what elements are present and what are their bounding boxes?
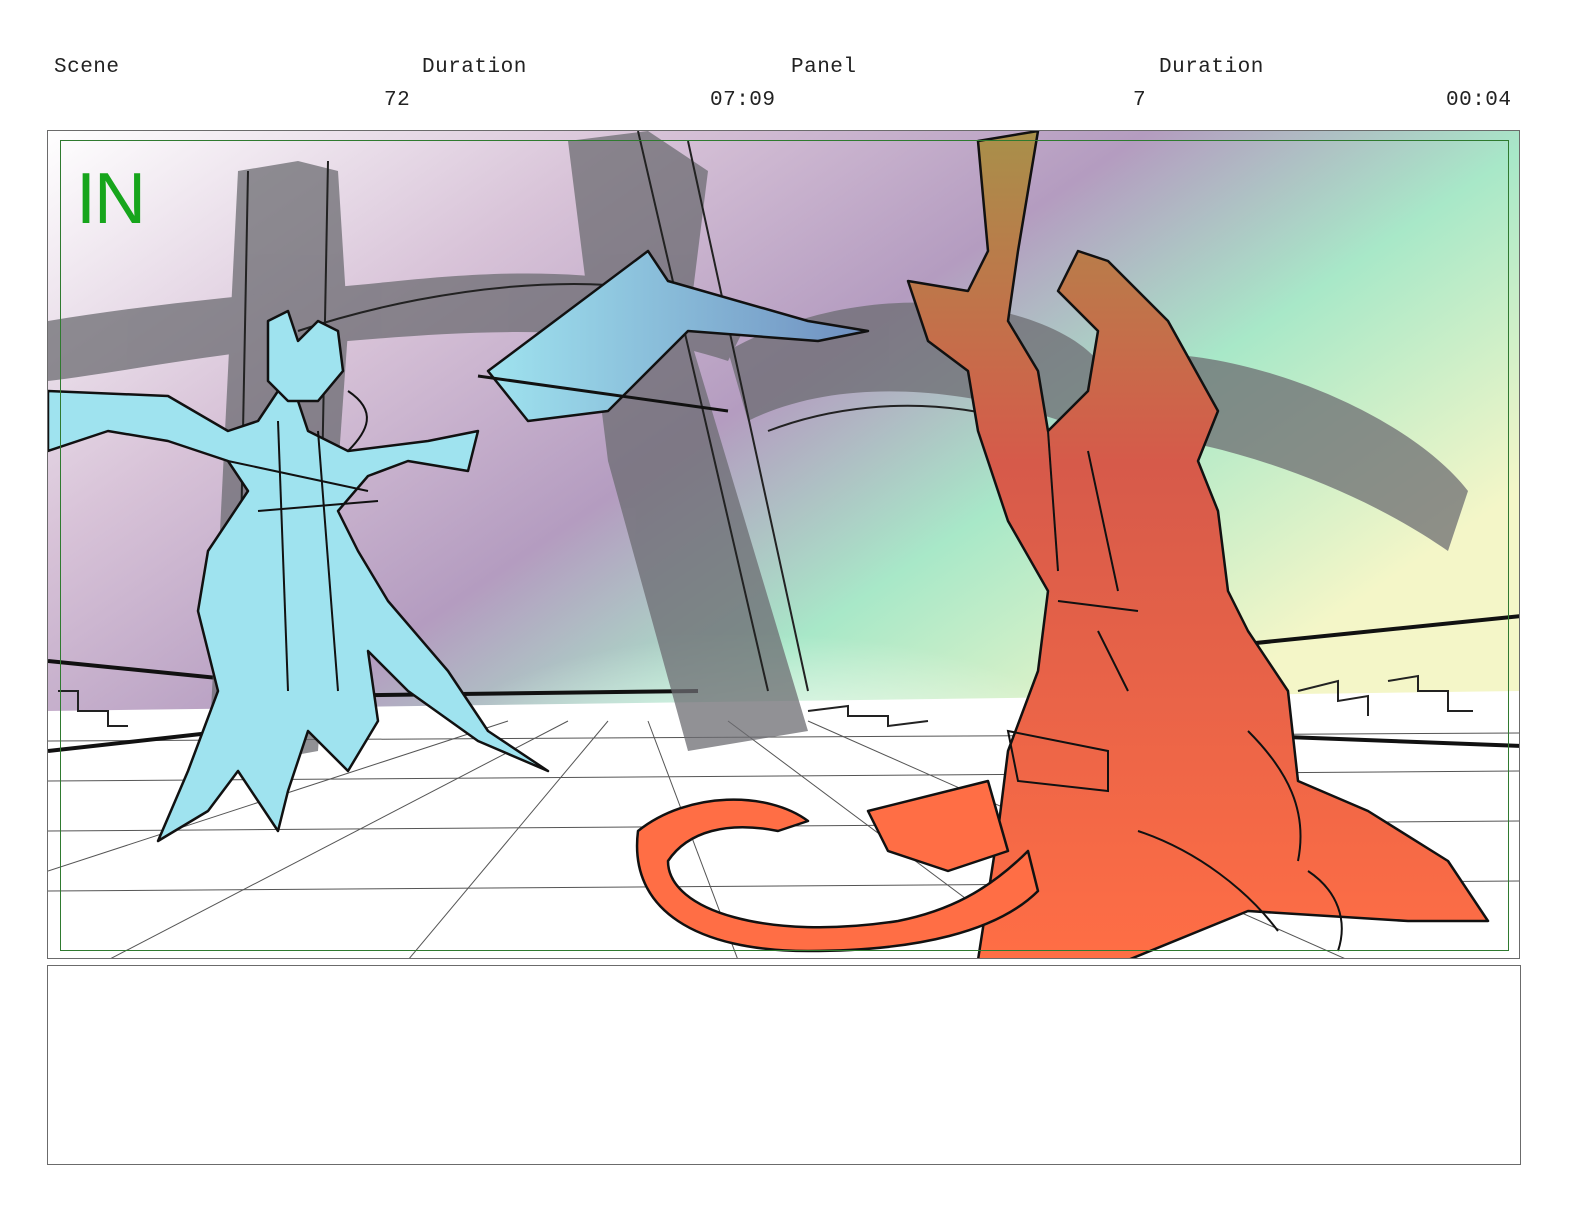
scene-number: 72 [384,89,411,112]
storyboard-panel[interactable]: IN [47,130,1520,959]
storyboard-sketch-image [48,131,1519,958]
panel-notes-box[interactable] [47,965,1521,1165]
panel-number: 7 [1133,89,1147,112]
transition-in-label: IN [76,159,146,239]
scene-label: Scene [54,56,120,79]
panel-label: Panel [791,56,857,79]
scene-duration-label: Duration [422,56,527,79]
scene-duration-value: 07:09 [710,89,776,112]
panel-duration-label: Duration [1159,56,1264,79]
panel-duration-value: 00:04 [1446,89,1512,112]
